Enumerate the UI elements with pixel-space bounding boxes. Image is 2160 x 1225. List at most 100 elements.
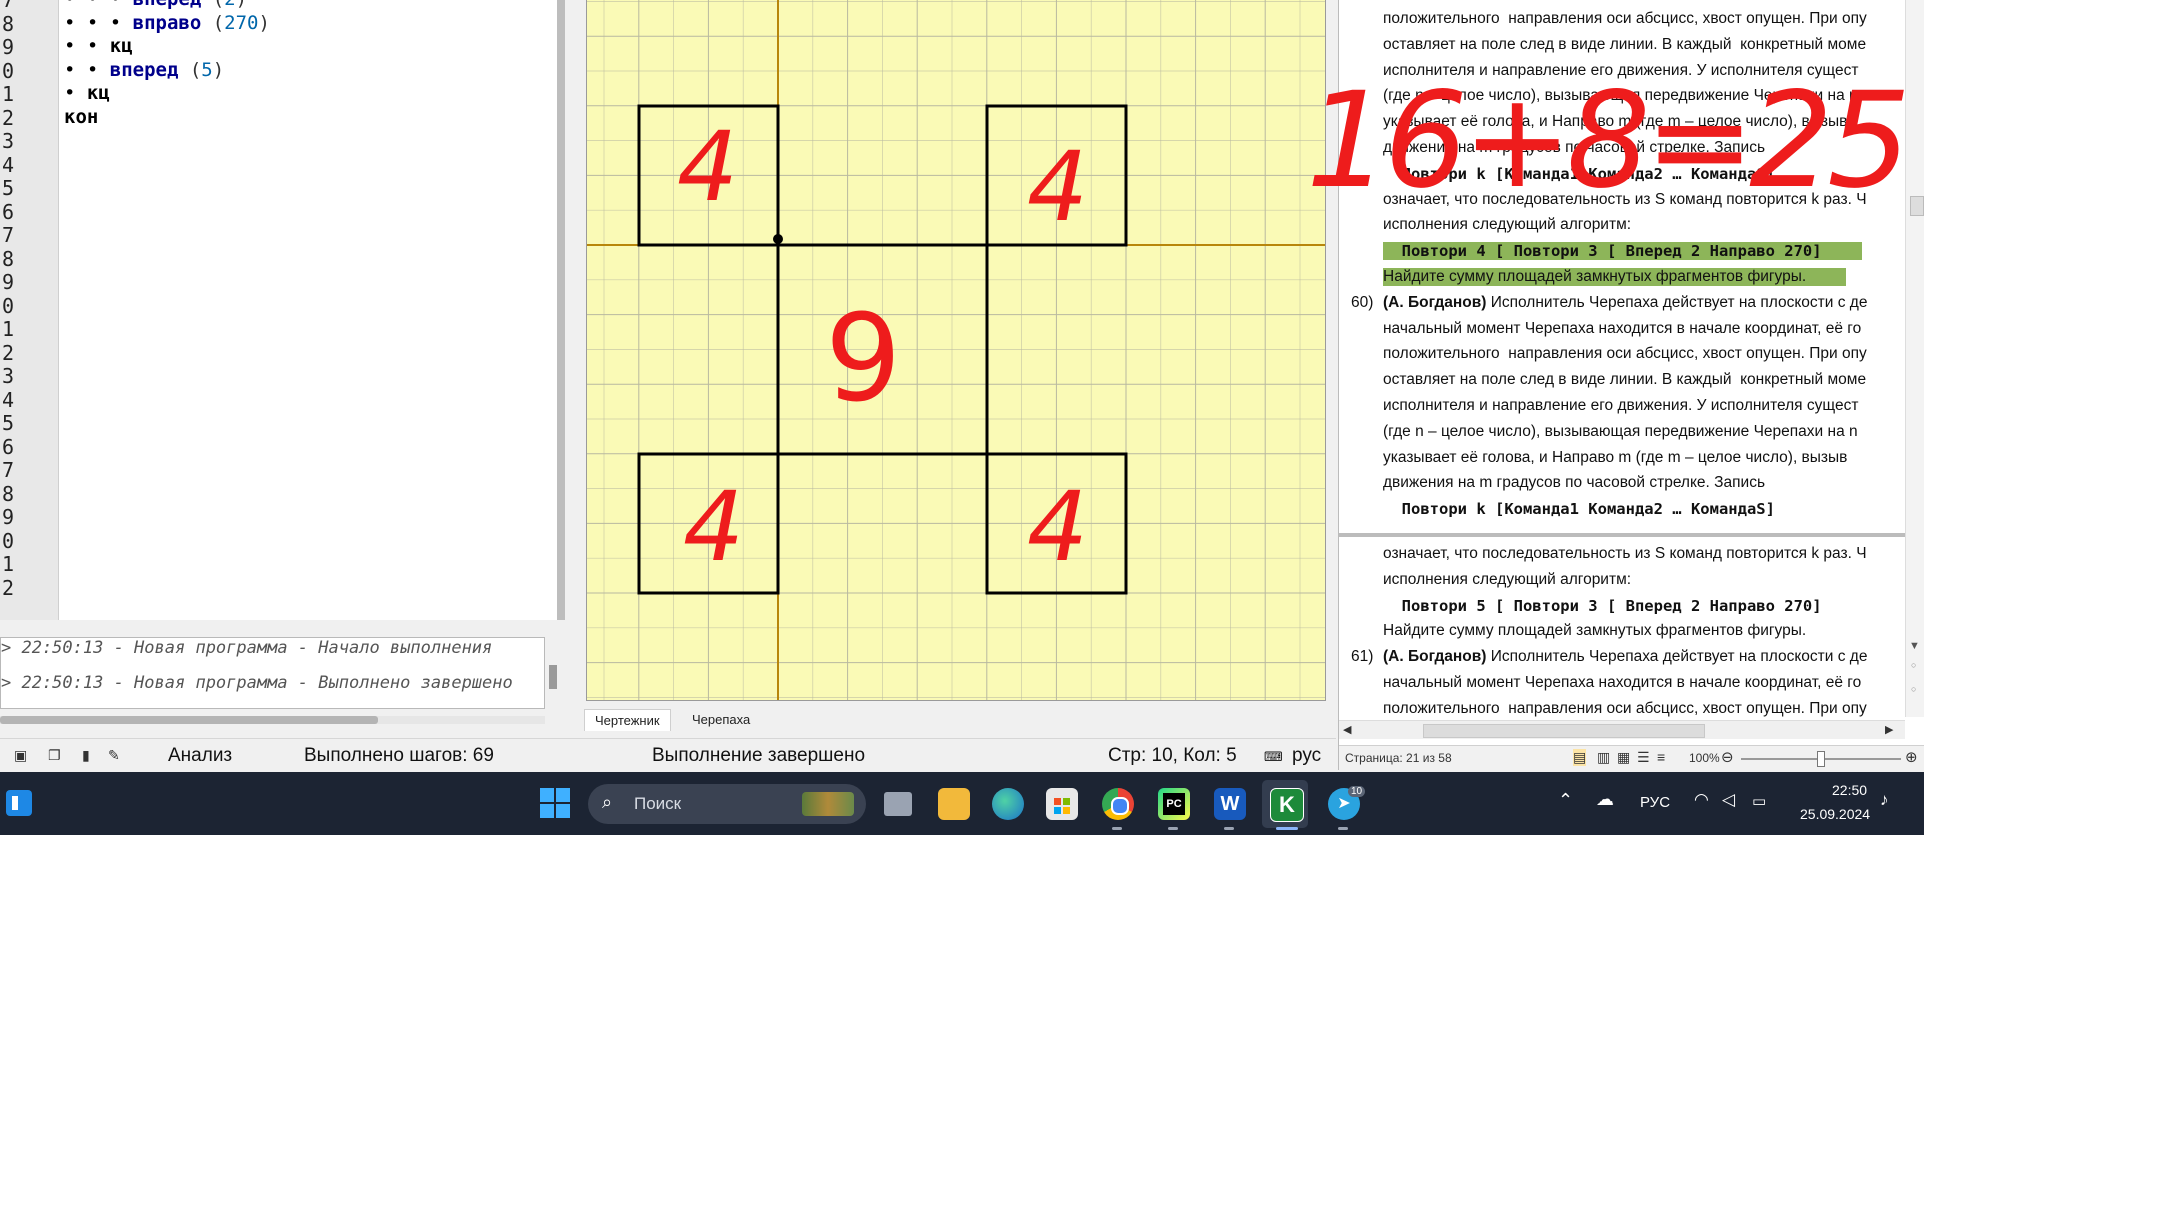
document-hscrollbar[interactable]: ◀ ▶ xyxy=(1339,720,1905,739)
line-number-gutter: 78901234567890123456789012 xyxy=(0,0,59,620)
show-hidden-icons[interactable]: ⌃ xyxy=(1558,790,1573,811)
document-text-line: начальный момент Черепаха находится в на… xyxy=(1383,319,1862,337)
clock-time[interactable]: 22:50 xyxy=(1832,782,1867,798)
save-icon[interactable]: ▣ xyxy=(14,748,28,762)
view-draft-icon[interactable]: ≡ xyxy=(1657,749,1665,765)
onedrive-icon[interactable]: ☁ xyxy=(1596,789,1614,810)
view-reading-icon[interactable]: ▥ xyxy=(1597,749,1610,766)
document-text-line: (где n – целое число), вызывающая передв… xyxy=(1383,87,1858,105)
line-number: 9 xyxy=(1,270,14,294)
windows-start-icon[interactable] xyxy=(540,788,570,818)
tab-drawer[interactable]: Чертежник xyxy=(584,709,671,731)
code-line[interactable]: кон xyxy=(64,106,98,128)
scroll-down-icon[interactable]: ▼ xyxy=(1909,640,1920,652)
code-editor[interactable]: 78901234567890123456789012 • • • вперед … xyxy=(0,0,558,620)
widgets-icon[interactable] xyxy=(6,790,32,816)
line-number: 1 xyxy=(1,552,14,576)
document-text-line: начальный момент Черепаха находится в на… xyxy=(1383,674,1862,691)
document-text-line: исполнения следующий алгоритм: xyxy=(1383,570,1632,588)
copy-icon[interactable]: ❐ xyxy=(48,748,62,762)
scroll-right-icon[interactable]: ▶ xyxy=(1885,723,1893,736)
task-text: Исполнитель Черепаха действует на плоско… xyxy=(1486,648,1868,666)
task-text: Исполнитель Черепаха действует на плоско… xyxy=(1486,293,1868,311)
notifications-icon[interactable]: ♪ xyxy=(1880,790,1889,810)
running-indicator xyxy=(1112,827,1122,830)
edit-icon[interactable]: ✎ xyxy=(108,748,122,762)
code-line[interactable]: • • вперед (5) xyxy=(64,59,224,81)
code-keyword: кц xyxy=(86,82,110,104)
zoom-slider-thumb[interactable] xyxy=(1817,751,1825,767)
code-line[interactable]: • • кц xyxy=(64,35,133,57)
code-line[interactable]: • • • вперед (2) xyxy=(64,0,247,10)
zoom-level[interactable]: 100% xyxy=(1689,751,1720,765)
pycharm-icon[interactable]: PC xyxy=(1158,788,1190,820)
input-language[interactable]: РУС xyxy=(1640,794,1670,811)
code-paren: ) xyxy=(258,11,270,34)
line-number: 2 xyxy=(1,105,14,130)
battery-icon[interactable]: ▭ xyxy=(1752,792,1766,810)
code-keyword: вправо xyxy=(132,11,202,34)
clock-date[interactable]: 25.09.2024 xyxy=(1800,806,1870,822)
next-page-icon[interactable]: ○ xyxy=(1911,684,1916,694)
code-keyword: вперед xyxy=(109,58,179,81)
document-text-line: указывает её голова, и Направо m (где m … xyxy=(1383,113,1848,131)
code-line[interactable]: • кц xyxy=(64,82,110,104)
page-counter[interactable]: Страница: 21 из 58 xyxy=(1345,751,1452,765)
document-viewer: положительного направления оси абсцисс, … xyxy=(1338,0,1924,770)
line-number: 7 xyxy=(1,223,14,247)
line-number: 2 xyxy=(1,340,14,365)
code-argument: 270 xyxy=(224,11,259,34)
word-icon[interactable]: W xyxy=(1214,788,1246,820)
indent-marks: • • xyxy=(64,35,110,57)
document-code-line: Повтори 4 [ Повтори 3 [ Вперед 2 Направо… xyxy=(1383,242,1862,261)
document-text-line: (где n – целое число), вызывающая передв… xyxy=(1383,422,1858,440)
windows-taskbar: ⌕ Поиск PC W K ➤ 10 ⌃ ☁ РУС ◠ ◁ ▭ 22:50 … xyxy=(0,772,1924,835)
editor-scrollbar[interactable] xyxy=(557,0,565,620)
cursor-position: Стр: 10, Кол: 5 xyxy=(1108,745,1237,766)
log-vscroll-thumb[interactable] xyxy=(549,665,557,689)
annotation-center: 9 xyxy=(825,290,901,429)
prev-page-icon[interactable]: ○ xyxy=(1911,660,1916,670)
document-text-line: положительного направления оси абсцисс, … xyxy=(1383,10,1867,27)
task-author: (А. Богданов) xyxy=(1383,648,1487,666)
document-vscrollbar[interactable]: ▼ ○ ○ xyxy=(1905,0,1924,717)
scroll-left-icon[interactable]: ◀ xyxy=(1343,723,1351,736)
task-number: 61) xyxy=(1351,648,1374,666)
log-hscroll-thumb[interactable] xyxy=(0,716,378,724)
wifi-icon[interactable]: ◠ xyxy=(1694,790,1709,810)
view-outline-icon[interactable]: ☰ xyxy=(1637,749,1650,766)
microsoft-store-icon[interactable] xyxy=(1046,788,1078,820)
view-print-layout-icon[interactable]: ▤ xyxy=(1573,749,1587,766)
code-paren: ) xyxy=(212,58,225,81)
line-number: 9 xyxy=(1,35,14,59)
code-line[interactable]: • • • вправо (270) xyxy=(64,12,270,34)
document-text-line: исполнителя и направление его движения. … xyxy=(1383,397,1859,414)
taskbar-search[interactable]: ⌕ Поиск xyxy=(588,784,866,824)
volume-icon[interactable]: ◁ xyxy=(1722,790,1735,810)
scroll-thumb[interactable] xyxy=(1910,196,1924,216)
chrome-icon[interactable] xyxy=(1102,788,1134,820)
file-explorer-icon[interactable] xyxy=(938,788,970,820)
line-number: 1 xyxy=(1,82,14,106)
view-web-icon[interactable]: ▦ xyxy=(1617,749,1630,766)
annotation-bottom-right: 4 xyxy=(1027,471,1088,583)
code-paren: ) xyxy=(236,0,247,10)
document-text-line: (А. Богданов) Исполнитель Черепаха дейст… xyxy=(1383,294,1867,312)
turtle-drawing: 4 4 9 4 4 xyxy=(587,0,1325,700)
tab-turtle[interactable]: Черепаха xyxy=(682,709,760,730)
indent-marks: • • • xyxy=(64,11,133,34)
kumir-icon[interactable]: K xyxy=(1270,788,1304,822)
zoom-out-icon[interactable]: ⊖ xyxy=(1721,748,1734,766)
delete-icon[interactable]: ▮ xyxy=(82,748,96,762)
turtle-canvas[interactable]: 4 4 9 4 4 xyxy=(586,0,1326,701)
edge-icon[interactable] xyxy=(992,788,1024,820)
zoom-in-icon[interactable]: ⊕ xyxy=(1905,748,1918,766)
document-text-line: исполнителя и направление его движения. … xyxy=(1383,61,1859,79)
line-number: 0 xyxy=(1,293,14,318)
task-view-icon[interactable] xyxy=(884,792,912,816)
line-number: 2 xyxy=(1,575,14,600)
task-number: 60) xyxy=(1351,293,1374,311)
mode-label: Анализ xyxy=(168,745,233,766)
hscroll-thumb[interactable] xyxy=(1423,724,1705,738)
keyboard-icon: ⌨ xyxy=(1264,749,1283,764)
